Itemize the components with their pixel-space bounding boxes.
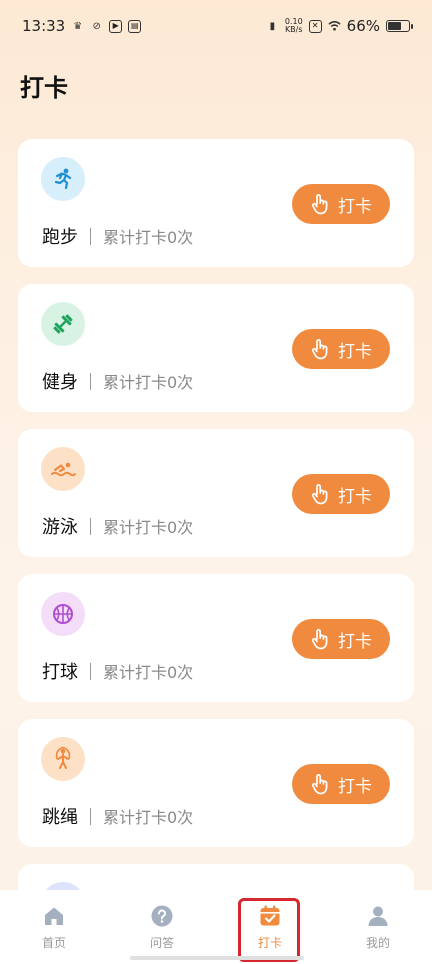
basketball-icon (41, 592, 85, 636)
wifi-icon (328, 20, 341, 33)
home-icon (42, 904, 66, 928)
leaf-icon: ⊘ (92, 20, 101, 32)
checkin-button-label: 打卡 (338, 631, 372, 652)
list-item: 跳绳 累计打卡0次 打卡 (18, 719, 414, 847)
page-title: 打卡 (20, 74, 68, 102)
dumbbell-icon (41, 302, 85, 346)
status-left: 13:33 ♛ ⊘ ▶ ▤ (22, 17, 142, 35)
list-item: 打球 累计打卡0次 打卡 (18, 574, 414, 702)
item-count: 累计打卡0次 (103, 228, 194, 247)
checkin-button-label: 打卡 (338, 196, 372, 217)
battery-text: 66% (346, 17, 380, 35)
tab-label: 我的 (365, 936, 390, 950)
tab-profile[interactable]: 我的 (338, 904, 418, 951)
list-item: 跑步 累计打卡0次 打卡 (18, 139, 414, 267)
item-name: 健身 (42, 372, 78, 393)
divider (90, 662, 91, 680)
checkin-button-label: 打卡 (338, 341, 372, 362)
jumprope-icon (41, 737, 85, 781)
tab-label: 首页 (41, 936, 66, 950)
tab-home[interactable]: 首页 (14, 904, 94, 951)
hand-tap-icon (311, 629, 328, 650)
hand-tap-icon (311, 774, 328, 795)
home-indicator (130, 956, 304, 960)
checkin-button[interactable]: 打卡 (292, 764, 390, 804)
divider (90, 372, 91, 390)
checkin-button-label: 打卡 (338, 776, 372, 797)
checkin-button[interactable]: 打卡 (292, 329, 390, 369)
hand-tap-icon (311, 339, 328, 360)
divider (90, 517, 91, 535)
checkin-button-label: 打卡 (338, 486, 372, 507)
sim-icon: ✕ (308, 19, 322, 33)
network-speed: 0.10 KB/s (284, 17, 303, 34)
list-item: 健身 累计打卡0次 打卡 (18, 284, 414, 412)
item-count: 累计打卡0次 (103, 373, 194, 392)
play-icon: ▶ (109, 19, 123, 33)
divider (90, 227, 91, 245)
swimming-icon (41, 447, 85, 491)
divider (90, 807, 91, 825)
hand-tap-icon (311, 484, 328, 505)
app-icon: ▤ (128, 19, 142, 33)
status-time: 13:33 (22, 17, 66, 35)
checkin-button[interactable]: 打卡 (292, 619, 390, 659)
item-count: 累计打卡0次 (103, 518, 194, 537)
checkin-button[interactable]: 打卡 (292, 184, 390, 224)
user-icon (366, 904, 390, 928)
vibrate-icon: ▮ (269, 20, 276, 32)
bottom-tab-bar: 首页 问答 打卡 我的 (0, 890, 432, 964)
item-name: 游泳 (42, 517, 78, 538)
status-right: ▮ 0.10 KB/s ✕ 66% (266, 17, 413, 35)
question-icon (150, 904, 174, 928)
list-item: 游泳 累计打卡0次 打卡 (18, 429, 414, 557)
item-name: 跳绳 (42, 807, 78, 828)
item-count: 累计打卡0次 (103, 663, 194, 682)
item-count: 累计打卡0次 (103, 808, 194, 827)
tab-highlight-box (238, 898, 300, 962)
crown-icon: ♛ (73, 20, 83, 32)
item-name: 打球 (42, 662, 78, 683)
checkin-button[interactable]: 打卡 (292, 474, 390, 514)
battery-icon (386, 20, 413, 32)
checkin-list: 跑步 累计打卡0次 打卡 健身 累计打卡0次 打卡 游泳 累计打卡0次 打卡 打… (18, 139, 414, 964)
running-icon (41, 157, 85, 201)
item-name: 跑步 (42, 227, 78, 248)
tab-qa[interactable]: 问答 (122, 904, 202, 951)
status-bar: 13:33 ♛ ⊘ ▶ ▤ ▮ 0.10 KB/s ✕ 66% (0, 0, 432, 52)
hand-tap-icon (311, 194, 328, 215)
tab-label: 问答 (149, 936, 174, 950)
